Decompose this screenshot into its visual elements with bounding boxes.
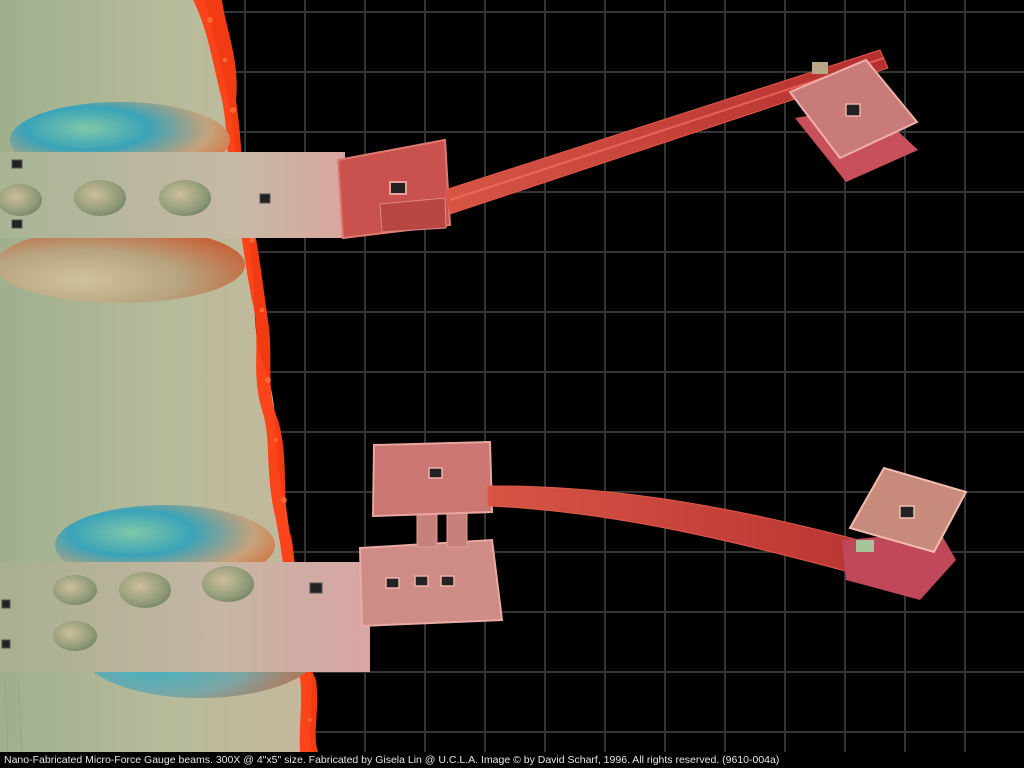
lower-base-plate-holes bbox=[385, 575, 455, 589]
lower-arm bbox=[0, 562, 370, 672]
upper-tip-block bbox=[812, 62, 828, 74]
caption-bar: Nano-Fabricated Micro-Force Gauge beams.… bbox=[0, 752, 1024, 768]
lower-tip-block bbox=[856, 540, 874, 552]
upper-tip-pad-hole bbox=[845, 103, 861, 117]
lower-upper-pad bbox=[371, 440, 494, 518]
upper-base-pad-hole bbox=[389, 181, 407, 195]
upper-bottom-bump bbox=[0, 227, 245, 303]
image-caption: Nano-Fabricated Micro-Force Gauge beams.… bbox=[4, 754, 780, 766]
micrograph bbox=[0, 0, 1024, 768]
lower-tip-pad-hole bbox=[899, 505, 915, 519]
lower-upper-pad-hole bbox=[428, 467, 443, 479]
lower-base-plate bbox=[358, 538, 504, 628]
upper-hinge bbox=[379, 197, 447, 233]
